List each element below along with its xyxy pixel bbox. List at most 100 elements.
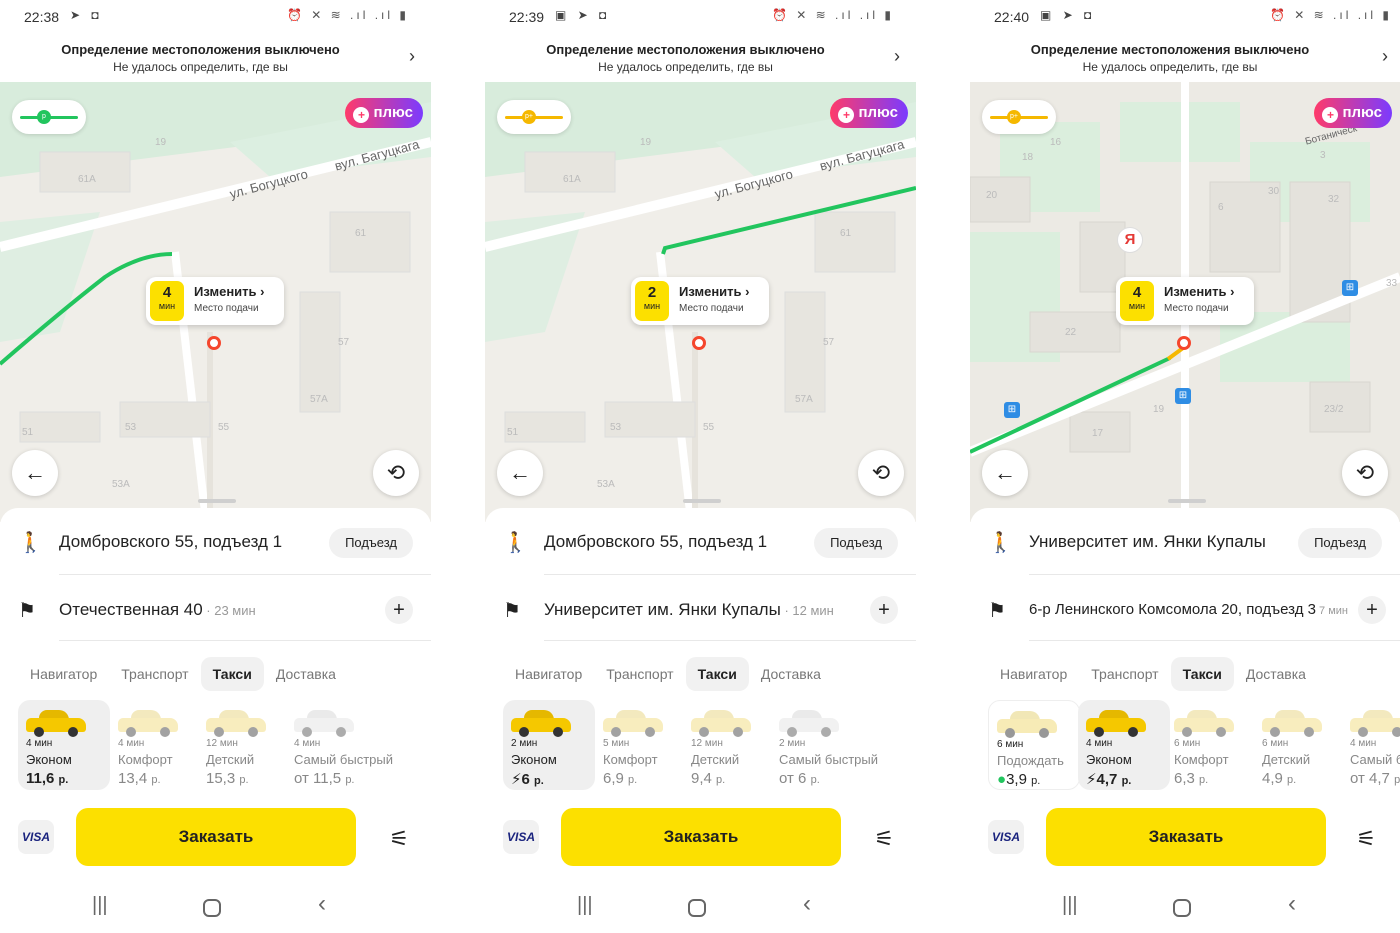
- plus-badge[interactable]: + плюс: [830, 98, 908, 128]
- traffic-toggle[interactable]: р+: [497, 100, 571, 134]
- entrance-button[interactable]: Подъезд: [329, 528, 413, 558]
- back-icon[interactable]: ‹: [803, 890, 811, 918]
- tariff-price: 6,9 р.: [603, 770, 638, 787]
- tab-navigator[interactable]: Навигатор: [18, 657, 109, 691]
- bus-stop-icon[interactable]: ⊞: [1342, 280, 1358, 296]
- entrance-button[interactable]: Подъезд: [1298, 528, 1382, 558]
- payment-method-button[interactable]: VISA: [503, 820, 539, 854]
- tab-taxi[interactable]: Такси: [200, 657, 264, 691]
- tab-transport[interactable]: Транспорт: [109, 657, 200, 691]
- back-arrow-icon[interactable]: ←: [982, 450, 1028, 496]
- tariff-wait[interactable]: 6 мин Подождать ●3,9 р.: [988, 700, 1080, 790]
- traffic-toggle[interactable]: р: [12, 100, 86, 134]
- traffic-toggle[interactable]: р+: [982, 100, 1056, 134]
- yandex-place-icon[interactable]: Я: [1117, 227, 1143, 253]
- tariff-kids[interactable]: 12 мин Детский 15,3 р.: [198, 700, 290, 790]
- pickup-eta-card[interactable]: 4 мин Изменить › Место подачи: [146, 277, 284, 325]
- tariff-kids[interactable]: 12 мин Детский 9,4 р.: [683, 700, 775, 790]
- recent-apps-icon[interactable]: |||: [92, 894, 108, 917]
- house-number: 61А: [563, 174, 581, 185]
- tariff-comfort[interactable]: 4 мин Комфорт 13,4 р.: [110, 700, 202, 790]
- route-icon[interactable]: ⟲: [373, 450, 419, 496]
- route-icon[interactable]: ⟲: [1342, 450, 1388, 496]
- settings-sliders-icon[interactable]: ⚟: [1356, 826, 1376, 852]
- tariff-fastest[interactable]: 2 мин Самый быстрый от 6 р.: [771, 700, 901, 790]
- tab-delivery[interactable]: Доставка: [749, 657, 833, 691]
- tab-navigator[interactable]: Навигатор: [503, 657, 594, 691]
- to-time: · 23 мин: [202, 603, 256, 618]
- tab-navigator[interactable]: Навигатор: [988, 657, 1079, 691]
- order-button[interactable]: Заказать: [1046, 808, 1326, 866]
- phone-screen-3: 22:40 ▣ ➤ ◘ ⏰ ✕ ≋ .ıl .ıl ▮ Определение …: [970, 0, 1400, 933]
- recent-apps-icon[interactable]: |||: [577, 894, 593, 917]
- home-icon[interactable]: [1173, 899, 1191, 917]
- back-arrow-icon[interactable]: ←: [12, 450, 58, 496]
- tariff-fastest[interactable]: 4 мин Самый быстрый от 11,5 р.: [286, 700, 416, 790]
- to-row[interactable]: ⚑ Отечественная 40 · 23 мин +: [0, 580, 431, 640]
- settings-sliders-icon[interactable]: ⚟: [874, 826, 894, 852]
- to-row[interactable]: ⚑ 6-р Ленинского Комсомола 20, подъезд 3…: [970, 580, 1400, 640]
- pickup-label: Место подачи: [194, 303, 259, 314]
- tariff-list: 6 мин Подождать ●3,9 р. 4 мин Эконом ⚡4,…: [988, 700, 1400, 792]
- plus-badge[interactable]: + плюс: [1314, 98, 1392, 128]
- tariff-kids[interactable]: 6 мин Детский 4,9 р.: [1254, 700, 1346, 790]
- to-row[interactable]: ⚑ Университет им. Янки Купалы · 12 мин +: [485, 580, 916, 640]
- tariff-economy[interactable]: 4 мин Эконом 11,6 р.: [18, 700, 110, 790]
- tariff-price: 13,4 р.: [118, 770, 161, 787]
- payment-method-button[interactable]: VISA: [988, 820, 1024, 854]
- plus-badge[interactable]: + плюс: [345, 98, 423, 128]
- house-number: 19: [155, 137, 167, 148]
- house-number: 30: [1268, 186, 1280, 197]
- back-icon[interactable]: ‹: [318, 890, 326, 918]
- from-row[interactable]: 🚶 Домбровского 55, подъезд 1 Подъезд: [485, 512, 916, 572]
- tab-taxi[interactable]: Такси: [685, 657, 749, 691]
- location-banner[interactable]: Определение местоположения выключено Не …: [0, 34, 431, 82]
- tariff-name: Эконом: [511, 752, 557, 767]
- tariff-fastest[interactable]: 4 мин Самый б от 4,7 р.: [1342, 700, 1400, 790]
- plus-icon: +: [838, 107, 855, 123]
- sheet-grabber[interactable]: [1168, 499, 1206, 503]
- sheet-grabber[interactable]: [198, 499, 236, 503]
- order-button[interactable]: Заказать: [561, 808, 841, 866]
- map[interactable]: 18 16 20 3 30 32 6 33 22 19 17 23/2 Бота…: [970, 82, 1400, 522]
- settings-sliders-icon[interactable]: ⚟: [389, 826, 409, 852]
- location-banner[interactable]: Определение местоположения выключено Не …: [485, 34, 916, 82]
- add-stop-button[interactable]: +: [870, 596, 898, 624]
- order-button[interactable]: Заказать: [76, 808, 356, 866]
- tab-delivery[interactable]: Доставка: [1234, 657, 1318, 691]
- bus-stop-icon[interactable]: ⊞: [1004, 402, 1020, 418]
- tariff-comfort[interactable]: 6 мин Комфорт 6,3 р.: [1166, 700, 1258, 790]
- route-icon[interactable]: ⟲: [858, 450, 904, 496]
- pickup-eta-card[interactable]: 2 мин Изменить › Место подачи: [631, 277, 769, 325]
- add-stop-button[interactable]: +: [385, 596, 413, 624]
- tab-transport[interactable]: Транспорт: [594, 657, 685, 691]
- from-row[interactable]: 🚶 Университет им. Янки Купалы Подъезд: [970, 512, 1400, 572]
- back-arrow-icon[interactable]: ←: [497, 450, 543, 496]
- map[interactable]: 19 61А 61 57 57А 53 55 51 53А ул. Богуцк…: [0, 82, 431, 522]
- status-time: 22:39: [509, 9, 545, 25]
- entrance-button[interactable]: Подъезд: [814, 528, 898, 558]
- tariff-comfort[interactable]: 5 мин Комфорт 6,9 р.: [595, 700, 687, 790]
- recent-apps-icon[interactable]: |||: [1062, 894, 1078, 917]
- tab-delivery[interactable]: Доставка: [264, 657, 348, 691]
- tariff-economy[interactable]: 4 мин Эконом ⚡4,7 р.: [1078, 700, 1170, 790]
- map[interactable]: 19 61А 61 57 57А 53 55 51 53А ул. Богуцк…: [485, 82, 916, 522]
- plus-icon: +: [353, 107, 370, 123]
- change-pickup-link[interactable]: Изменить ›: [1164, 284, 1234, 299]
- from-row[interactable]: 🚶 Домбровского 55, подъезд 1 Подъезд: [0, 512, 431, 572]
- payment-method-button[interactable]: VISA: [18, 820, 54, 854]
- home-icon[interactable]: [203, 899, 221, 917]
- change-pickup-link[interactable]: Изменить ›: [679, 284, 749, 299]
- tariff-economy[interactable]: 2 мин Эконом ⚡6 р.: [503, 700, 595, 790]
- car-icon: [206, 708, 268, 737]
- change-pickup-link[interactable]: Изменить ›: [194, 284, 264, 299]
- location-banner[interactable]: Определение местоположения выключено Не …: [970, 34, 1400, 82]
- back-icon[interactable]: ‹: [1288, 890, 1296, 918]
- tab-taxi[interactable]: Такси: [1170, 657, 1234, 691]
- pickup-eta-card[interactable]: 4 мин Изменить › Место подачи: [1116, 277, 1254, 325]
- bus-stop-icon[interactable]: ⊞: [1175, 388, 1191, 404]
- add-stop-button[interactable]: +: [1358, 596, 1386, 624]
- sheet-grabber[interactable]: [683, 499, 721, 503]
- tab-transport[interactable]: Транспорт: [1079, 657, 1170, 691]
- home-icon[interactable]: [688, 899, 706, 917]
